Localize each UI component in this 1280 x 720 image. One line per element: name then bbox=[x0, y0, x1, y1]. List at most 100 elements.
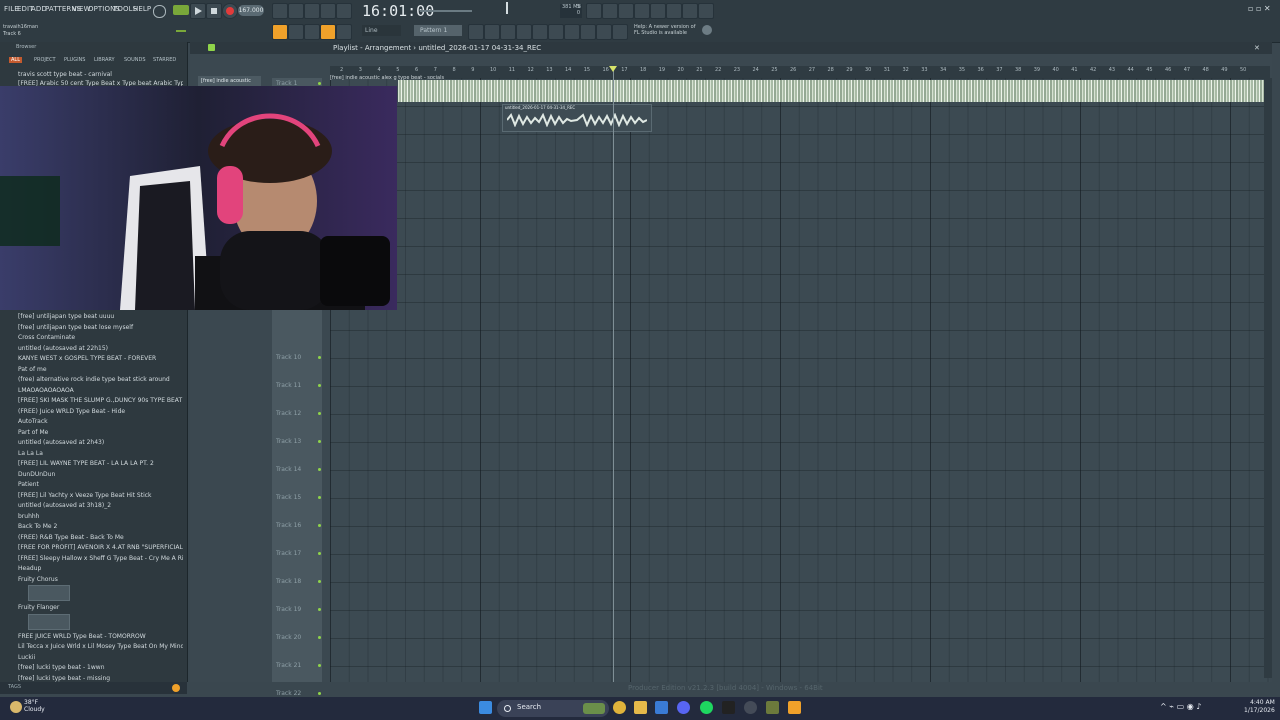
browser-list-item[interactable]: ✲Fruity Flanger bbox=[18, 603, 183, 612]
refresh-icon[interactable] bbox=[586, 3, 602, 19]
track-label[interactable]: Track 19 bbox=[276, 606, 301, 613]
track-enable-led[interactable] bbox=[318, 608, 321, 611]
browser-list-item[interactable]: Part of Me bbox=[18, 428, 183, 437]
playhead-marker[interactable] bbox=[609, 66, 617, 72]
browser-list-item[interactable]: Patient bbox=[18, 480, 183, 489]
track-enable-led[interactable] bbox=[318, 412, 321, 415]
browser-list-item[interactable]: untitled (autosaved at 3h18)_2 bbox=[18, 501, 183, 510]
browser-list-item[interactable]: LMAOAOAOAOAOA bbox=[18, 386, 183, 395]
spotify-icon[interactable] bbox=[700, 701, 713, 714]
stop-icon[interactable] bbox=[206, 3, 222, 19]
track-enable-led[interactable] bbox=[318, 692, 321, 695]
countdown-icon[interactable] bbox=[304, 3, 320, 19]
playlist-menu-icon[interactable] bbox=[208, 44, 215, 51]
track-label[interactable]: Track 15 bbox=[276, 494, 301, 501]
track-label[interactable]: Track 10 bbox=[276, 354, 301, 361]
browser-list-item[interactable]: [FREE] SKI MASK THE SLUMP G.,DUNCY 90s T… bbox=[18, 396, 183, 405]
start-icon[interactable] bbox=[479, 701, 492, 714]
browser-list-item[interactable]: untitled (autosaved at 22h15) bbox=[18, 344, 183, 353]
plugin-thumbnail[interactable] bbox=[28, 585, 70, 601]
master-pitch-knob[interactable] bbox=[506, 2, 508, 14]
chat-icon[interactable] bbox=[682, 3, 698, 19]
chrome-icon[interactable] bbox=[613, 701, 626, 714]
piano-roll-icon[interactable] bbox=[484, 24, 500, 40]
track-label[interactable]: Track 18 bbox=[276, 578, 301, 585]
update-icon[interactable] bbox=[702, 25, 712, 35]
browser-icon[interactable] bbox=[532, 24, 548, 40]
browser-list-item[interactable]: [FREE] LIL WAYNE TYPE BEAT - LA LA LA PT… bbox=[18, 459, 183, 468]
browser-list-item[interactable]: La La La bbox=[18, 449, 183, 458]
browser-list-item[interactable]: bruhhh bbox=[18, 512, 183, 521]
track-label[interactable]: Track 17 bbox=[276, 550, 301, 557]
channel-rack-icon[interactable] bbox=[500, 24, 516, 40]
tag-search-icon[interactable] bbox=[172, 684, 180, 692]
play-icon[interactable] bbox=[190, 3, 206, 19]
tempo-display[interactable]: 167.000 bbox=[238, 5, 264, 16]
download-icon[interactable] bbox=[698, 3, 714, 19]
vertical-scrollbar[interactable] bbox=[1264, 78, 1272, 678]
browser-list-item[interactable]: (FREE) R&B Type Beat - Back To Me bbox=[18, 533, 183, 542]
pat-song-toggle[interactable] bbox=[173, 5, 189, 15]
snap-select[interactable]: Line bbox=[362, 25, 401, 36]
record-icon[interactable] bbox=[222, 3, 238, 19]
track-label[interactable]: Track 22 bbox=[276, 690, 301, 697]
wait-input-icon[interactable] bbox=[288, 3, 304, 19]
discord-icon[interactable] bbox=[677, 701, 690, 714]
track-label[interactable]: Track 14 bbox=[276, 466, 301, 473]
browser-list-item[interactable]: Cross Contaminate bbox=[18, 333, 183, 342]
browser-list-item[interactable]: (FREE) Juice WRLD Type Beat - Hide bbox=[18, 407, 183, 416]
pattern-select[interactable]: Pattern 1 bbox=[414, 25, 462, 36]
save-icon[interactable] bbox=[650, 3, 666, 19]
track-enable-led[interactable] bbox=[318, 468, 321, 471]
track-label[interactable]: Track 13 bbox=[276, 438, 301, 445]
video-icon[interactable] bbox=[580, 24, 596, 40]
plugin-picker-icon[interactable] bbox=[548, 24, 564, 40]
help-icon[interactable] bbox=[634, 3, 650, 19]
obs-icon[interactable] bbox=[744, 701, 757, 714]
master-volume-slider[interactable] bbox=[420, 10, 472, 12]
audio-clip-recording[interactable]: untitled_2026-01-17 04-31-34_REC bbox=[502, 104, 652, 132]
track-enable-led[interactable] bbox=[318, 384, 321, 387]
browser-list-item[interactable]: [FREE] Lil Yachty x Veeze Type Beat Hit … bbox=[18, 491, 183, 500]
browser-list-item[interactable]: [FREE] Sleepy Hallow x Sheff G Type Beat… bbox=[18, 554, 183, 563]
browser-tab[interactable]: ALL bbox=[9, 57, 22, 63]
track-label[interactable]: Track 21 bbox=[276, 662, 301, 669]
browser-list-item[interactable]: KANYE WEST x GOSPEL TYPE BEAT - FOREVER bbox=[18, 354, 183, 363]
metronome-icon[interactable] bbox=[272, 3, 288, 19]
track-enable-led[interactable] bbox=[318, 664, 321, 667]
touch-keyboard-icon[interactable] bbox=[564, 24, 580, 40]
taskbar-search[interactable]: Search bbox=[497, 700, 609, 717]
scripting-icon[interactable] bbox=[612, 24, 628, 40]
browser-list-item[interactable]: [FREE FOR PROFIT] AVENOIR X 4.AT RNB "SU… bbox=[18, 543, 183, 552]
track-enable-led[interactable] bbox=[318, 636, 321, 639]
system-clock[interactable]: 4:40 AM 1/17/2026 bbox=[1244, 699, 1275, 715]
file-explorer-icon[interactable] bbox=[634, 701, 647, 714]
tags-label[interactable]: TAGS bbox=[8, 684, 21, 690]
hint-icon[interactable] bbox=[153, 5, 166, 18]
playlist-icon[interactable] bbox=[468, 24, 484, 40]
link-icon[interactable] bbox=[320, 24, 336, 40]
capcut-icon[interactable] bbox=[722, 701, 735, 714]
track-enable-led[interactable] bbox=[318, 82, 321, 85]
mini-slider[interactable] bbox=[176, 30, 186, 32]
browser-list-item[interactable]: Back To Me 2 bbox=[18, 522, 183, 531]
tray-icons[interactable]: ^ ⌁ ▭ ◉ ♪ bbox=[1160, 702, 1201, 711]
brush-icon[interactable] bbox=[304, 24, 320, 40]
browser-list-item[interactable]: [free] lucki type beat - 1wwn bbox=[18, 663, 183, 672]
browser-list-item[interactable]: untitled (autosaved at 2h43) bbox=[18, 438, 183, 447]
mic-icon[interactable] bbox=[618, 3, 634, 19]
playhead[interactable] bbox=[613, 66, 614, 682]
browser-tab[interactable]: PROJECT bbox=[34, 57, 56, 63]
browser-list-item[interactable]: [free] untiljapan type beat lose myself bbox=[18, 323, 183, 332]
browser-list-item[interactable]: Pat of me bbox=[18, 365, 183, 374]
track-label[interactable]: Track 20 bbox=[276, 634, 301, 641]
track-enable-led[interactable] bbox=[318, 580, 321, 583]
track-enable-led[interactable] bbox=[318, 356, 321, 359]
browser-tab[interactable]: LIBRARY bbox=[94, 57, 115, 63]
browser-list-item[interactable]: DunDUnDun bbox=[18, 470, 183, 479]
browser-list-item[interactable]: travis scott type beat - carnival bbox=[18, 70, 183, 79]
mixer-icon[interactable] bbox=[516, 24, 532, 40]
arrangement-grid[interactable] bbox=[330, 78, 1270, 682]
browser-list-item[interactable]: Luckii bbox=[18, 653, 183, 662]
track-enable-led[interactable] bbox=[318, 496, 321, 499]
